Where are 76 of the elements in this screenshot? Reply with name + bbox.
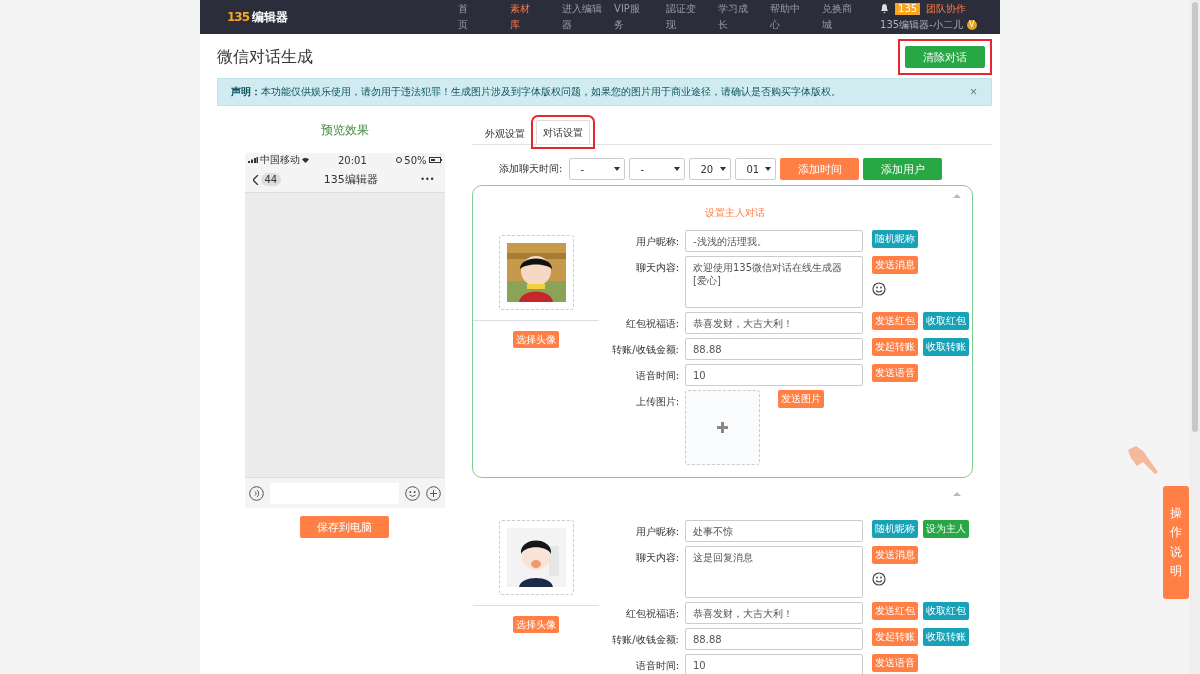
dropdown[interactable]: 01 [735,158,777,180]
battery-text: 50% [404,154,427,166]
vip-badge: V [966,19,977,30]
action-button[interactable]: 收取转账 [923,338,969,356]
plus-icon[interactable] [425,485,441,501]
close-button[interactable]: × [970,85,977,99]
field-label: 聊天内容: [634,551,680,565]
text-field[interactable]: 10 [685,364,863,386]
text-field[interactable]: 88.88 [685,338,863,360]
caret-icon [614,167,621,171]
caret-icon [765,167,772,171]
field-label: 转账/收钱金额: [611,633,680,647]
clear-button[interactable]: 清除对话 [905,46,985,68]
action-button[interactable]: 收取红包 [923,602,969,620]
add-user-button[interactable]: 添加用户 [863,158,943,180]
caret-icon [720,167,727,171]
field-label: 用户昵称: [634,525,680,539]
user-name: 135编辑器-小二儿 [880,18,963,31]
text-field[interactable]: 处事不惊 [685,520,863,542]
nav-link[interactable]: 素材 库 [510,0,563,34]
emoji-icon[interactable] [404,485,420,501]
action-button[interactable]: 随机昵称 [872,520,918,538]
field-label: 红包祝福语: [624,607,680,621]
text-field[interactable]: -浅浅的活理我。 [685,230,863,252]
plus-icon [717,422,728,433]
bell-icon[interactable] [880,4,890,13]
emoji-icon[interactable] [872,282,886,296]
wifi-icon [301,157,309,163]
page-title: 微信对话生成 [217,46,313,68]
nav-link[interactable]: 認证变 现 [666,0,719,34]
notice-text: 声明：本功能仅供娱乐使用，请勿用于违法犯罪！生成图片涉及到字体版权问题，如果您的图片用于商业途径，请确认是否购买字体版权。 [231,85,841,99]
dropdown[interactable]: 20 [689,158,732,180]
more-button[interactable]: ••• [420,175,435,184]
count-badge: 135 [895,2,921,15]
logo-text: 编辑器 [252,8,289,26]
nav-link[interactable]: VIP服 务 [614,0,667,34]
action-button[interactable]: 随机昵称 [872,230,918,248]
dropdown[interactable]: - [629,158,686,180]
text-field[interactable]: 恭喜发财，大吉大利！ [685,312,863,334]
clock-text: 20:01 [337,154,367,166]
text-field[interactable]: 恭喜发财，大吉大利！ [685,602,863,624]
text-area[interactable]: 欢迎使用135微信对话在线生成器[爱心] [685,256,863,308]
field-label: 语音时间: [634,659,680,673]
preview-title: 预览效果 [320,122,369,139]
field-label: 聊天内容: [634,261,680,275]
battery-icon [428,157,442,163]
voice-icon[interactable] [248,485,264,501]
logo-mark: 135 [227,10,250,24]
action-button[interactable]: 收取红包 [923,312,969,330]
field-label: 添加聊天时间: [499,162,563,176]
action-button[interactable]: 设为主人 [923,520,969,538]
nav-link[interactable]: 兑换商 城 [822,0,875,34]
nav-link[interactable]: 学习成 长 [718,0,771,34]
nav-link[interactable]: 首 页 [458,0,511,34]
action-button[interactable]: 收取转账 [923,628,969,646]
back-icon[interactable] [252,174,259,185]
unread-count: 44 [260,173,282,186]
field-label: 用户昵称: [634,235,680,249]
text-field[interactable]: 10 [685,654,863,674]
nav-link[interactable]: 进入编辑 器 [562,0,615,34]
emoji-icon[interactable] [872,572,886,586]
field-label: 上传图片: [634,395,680,409]
caret-icon [674,167,681,171]
chat-title: 135编辑器 [323,172,378,187]
section-title: 设置主人对话 [703,206,766,220]
team-link[interactable]: 团队协作 [926,2,967,15]
field-label: 转账/收钱金额: [611,343,680,357]
dropdown[interactable]: - [569,158,626,180]
nav-link[interactable]: 帮助中 心 [770,0,823,34]
text-field[interactable]: 88.88 [685,628,863,650]
signal-icon [247,157,258,163]
carrier-text: 中国移动 [259,153,300,167]
lock-icon [396,157,403,163]
field-label: 红包祝福语: [624,317,680,331]
text-area[interactable]: 这是回复消息 [685,546,863,598]
field-label: 语音时间: [634,369,680,383]
